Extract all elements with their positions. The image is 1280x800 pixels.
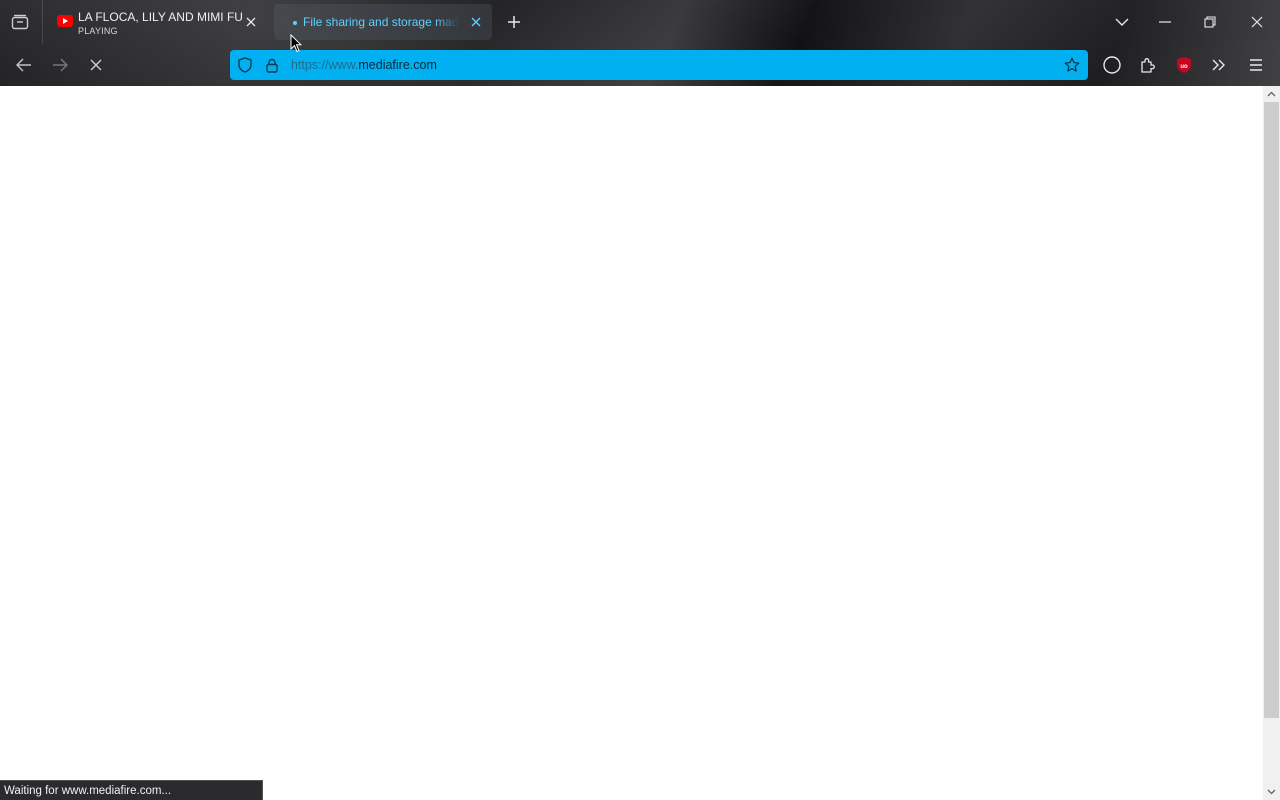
extensions-puzzle-icon[interactable]	[1136, 53, 1160, 77]
url-text[interactable]: https://www.mediafire.com	[291, 58, 437, 72]
new-tab-button[interactable]	[503, 11, 525, 33]
tab-bar-divider	[42, 0, 43, 44]
navigation-toolbar: https://www.mediafire.com uo 2	[0, 44, 1280, 106]
list-all-tabs-icon[interactable]	[1111, 11, 1133, 33]
restore-icon[interactable]	[1199, 11, 1221, 33]
url-bar[interactable]: https://www.mediafire.com	[230, 50, 1088, 80]
tab-close-icon[interactable]	[244, 15, 258, 29]
tab-mediafire[interactable]: File sharing and storage made simple	[274, 4, 492, 40]
back-arrow-icon[interactable]	[12, 53, 36, 77]
tab-manager-icon[interactable]	[8, 10, 32, 34]
tab-playing-label: PLAYING	[78, 26, 118, 36]
ublock-badge: 2	[1184, 96, 1190, 106]
shield-icon[interactable]	[236, 56, 254, 74]
tab-youtube[interactable]: LA FLOCA, LILY AND MIMI FUNNY PLAYING	[48, 4, 264, 40]
url-domain: mediafire.com	[358, 58, 437, 72]
mouse-cursor-icon	[290, 33, 303, 58]
tab-title: File sharing and storage made simple	[303, 15, 459, 29]
bookmark-star-icon[interactable]	[1063, 56, 1081, 74]
close-window-icon[interactable]	[1246, 11, 1268, 33]
tab-bar: LA FLOCA, LILY AND MIMI FUNNY PLAYING Fi…	[0, 0, 1280, 44]
forward-arrow-icon[interactable]	[48, 53, 72, 77]
browser-chrome: LA FLOCA, LILY AND MIMI FUNNY PLAYING Fi…	[0, 0, 1280, 106]
hamburger-menu-icon[interactable]	[1244, 53, 1268, 77]
status-text: Waiting for www.mediafire.com...	[4, 785, 172, 797]
youtube-icon	[57, 15, 73, 27]
scrollbar-thumb[interactable]	[1264, 102, 1279, 718]
lock-icon[interactable]	[263, 56, 281, 74]
dark-reader-icon[interactable]	[1100, 53, 1124, 77]
tab-title: LA FLOCA, LILY AND MIMI FUNNY	[78, 10, 243, 24]
svg-text:uo: uo	[1180, 64, 1188, 70]
tab-close-icon[interactable]	[469, 15, 483, 29]
scroll-up-arrow-icon[interactable]	[1263, 86, 1280, 102]
overflow-chevron-icon[interactable]	[1207, 53, 1231, 77]
page-content	[0, 86, 1263, 800]
scroll-down-arrow-icon[interactable]	[1263, 784, 1280, 800]
stop-loading-icon[interactable]	[84, 53, 108, 77]
ublock-origin-icon[interactable]: uo	[1172, 53, 1196, 77]
minimize-icon[interactable]	[1154, 11, 1176, 33]
loading-dot-icon	[293, 21, 297, 25]
url-prefix: https://www.	[291, 58, 359, 72]
status-bar: Waiting for www.mediafire.com...	[0, 780, 263, 800]
